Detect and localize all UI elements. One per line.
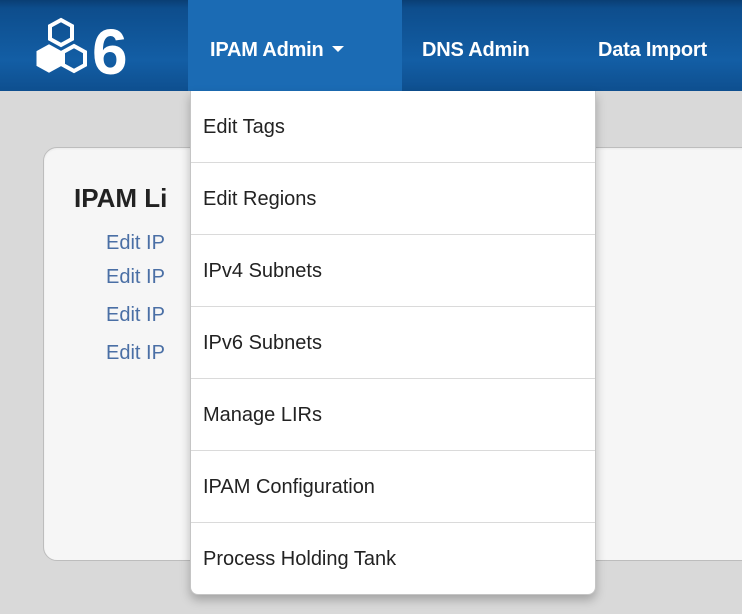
top-navbar: 6 IPAM Admin DNS Admin Data Import bbox=[0, 0, 742, 91]
panel-link[interactable]: Edit IP bbox=[106, 232, 165, 255]
panel-link[interactable]: Edit IP bbox=[106, 266, 165, 289]
menu-item-edit-tags[interactable]: Edit Tags bbox=[191, 91, 595, 163]
nav-ipam-admin[interactable]: IPAM Admin bbox=[188, 0, 402, 91]
panel-title: IPAM Li bbox=[74, 183, 168, 213]
menu-item-ipv6-subnets[interactable]: IPv6 Subnets bbox=[191, 307, 595, 379]
nav-dns-admin[interactable]: DNS Admin bbox=[422, 0, 530, 91]
ipam-admin-dropdown-menu: Edit Tags Edit Regions IPv4 Subnets IPv6… bbox=[190, 91, 596, 595]
panel-link[interactable]: Edit IP bbox=[106, 342, 165, 365]
menu-item-ipv4-subnets[interactable]: IPv4 Subnets bbox=[191, 235, 595, 307]
nav-data-import[interactable]: Data Import bbox=[598, 0, 707, 91]
menu-item-manage-lirs[interactable]: Manage LIRs bbox=[191, 379, 595, 451]
menu-item-edit-regions[interactable]: Edit Regions bbox=[191, 163, 595, 235]
hexagon-logo-icon[interactable]: 6 bbox=[34, 14, 184, 86]
nav-ipam-admin-label: IPAM Admin bbox=[210, 39, 324, 61]
caret-down-icon bbox=[331, 45, 344, 52]
menu-item-process-holding-tank[interactable]: Process Holding Tank bbox=[191, 523, 595, 595]
panel-link[interactable]: Edit IP bbox=[106, 304, 165, 327]
logo-text: 6 bbox=[92, 16, 128, 86]
menu-item-ipam-configuration[interactable]: IPAM Configuration bbox=[191, 451, 595, 523]
